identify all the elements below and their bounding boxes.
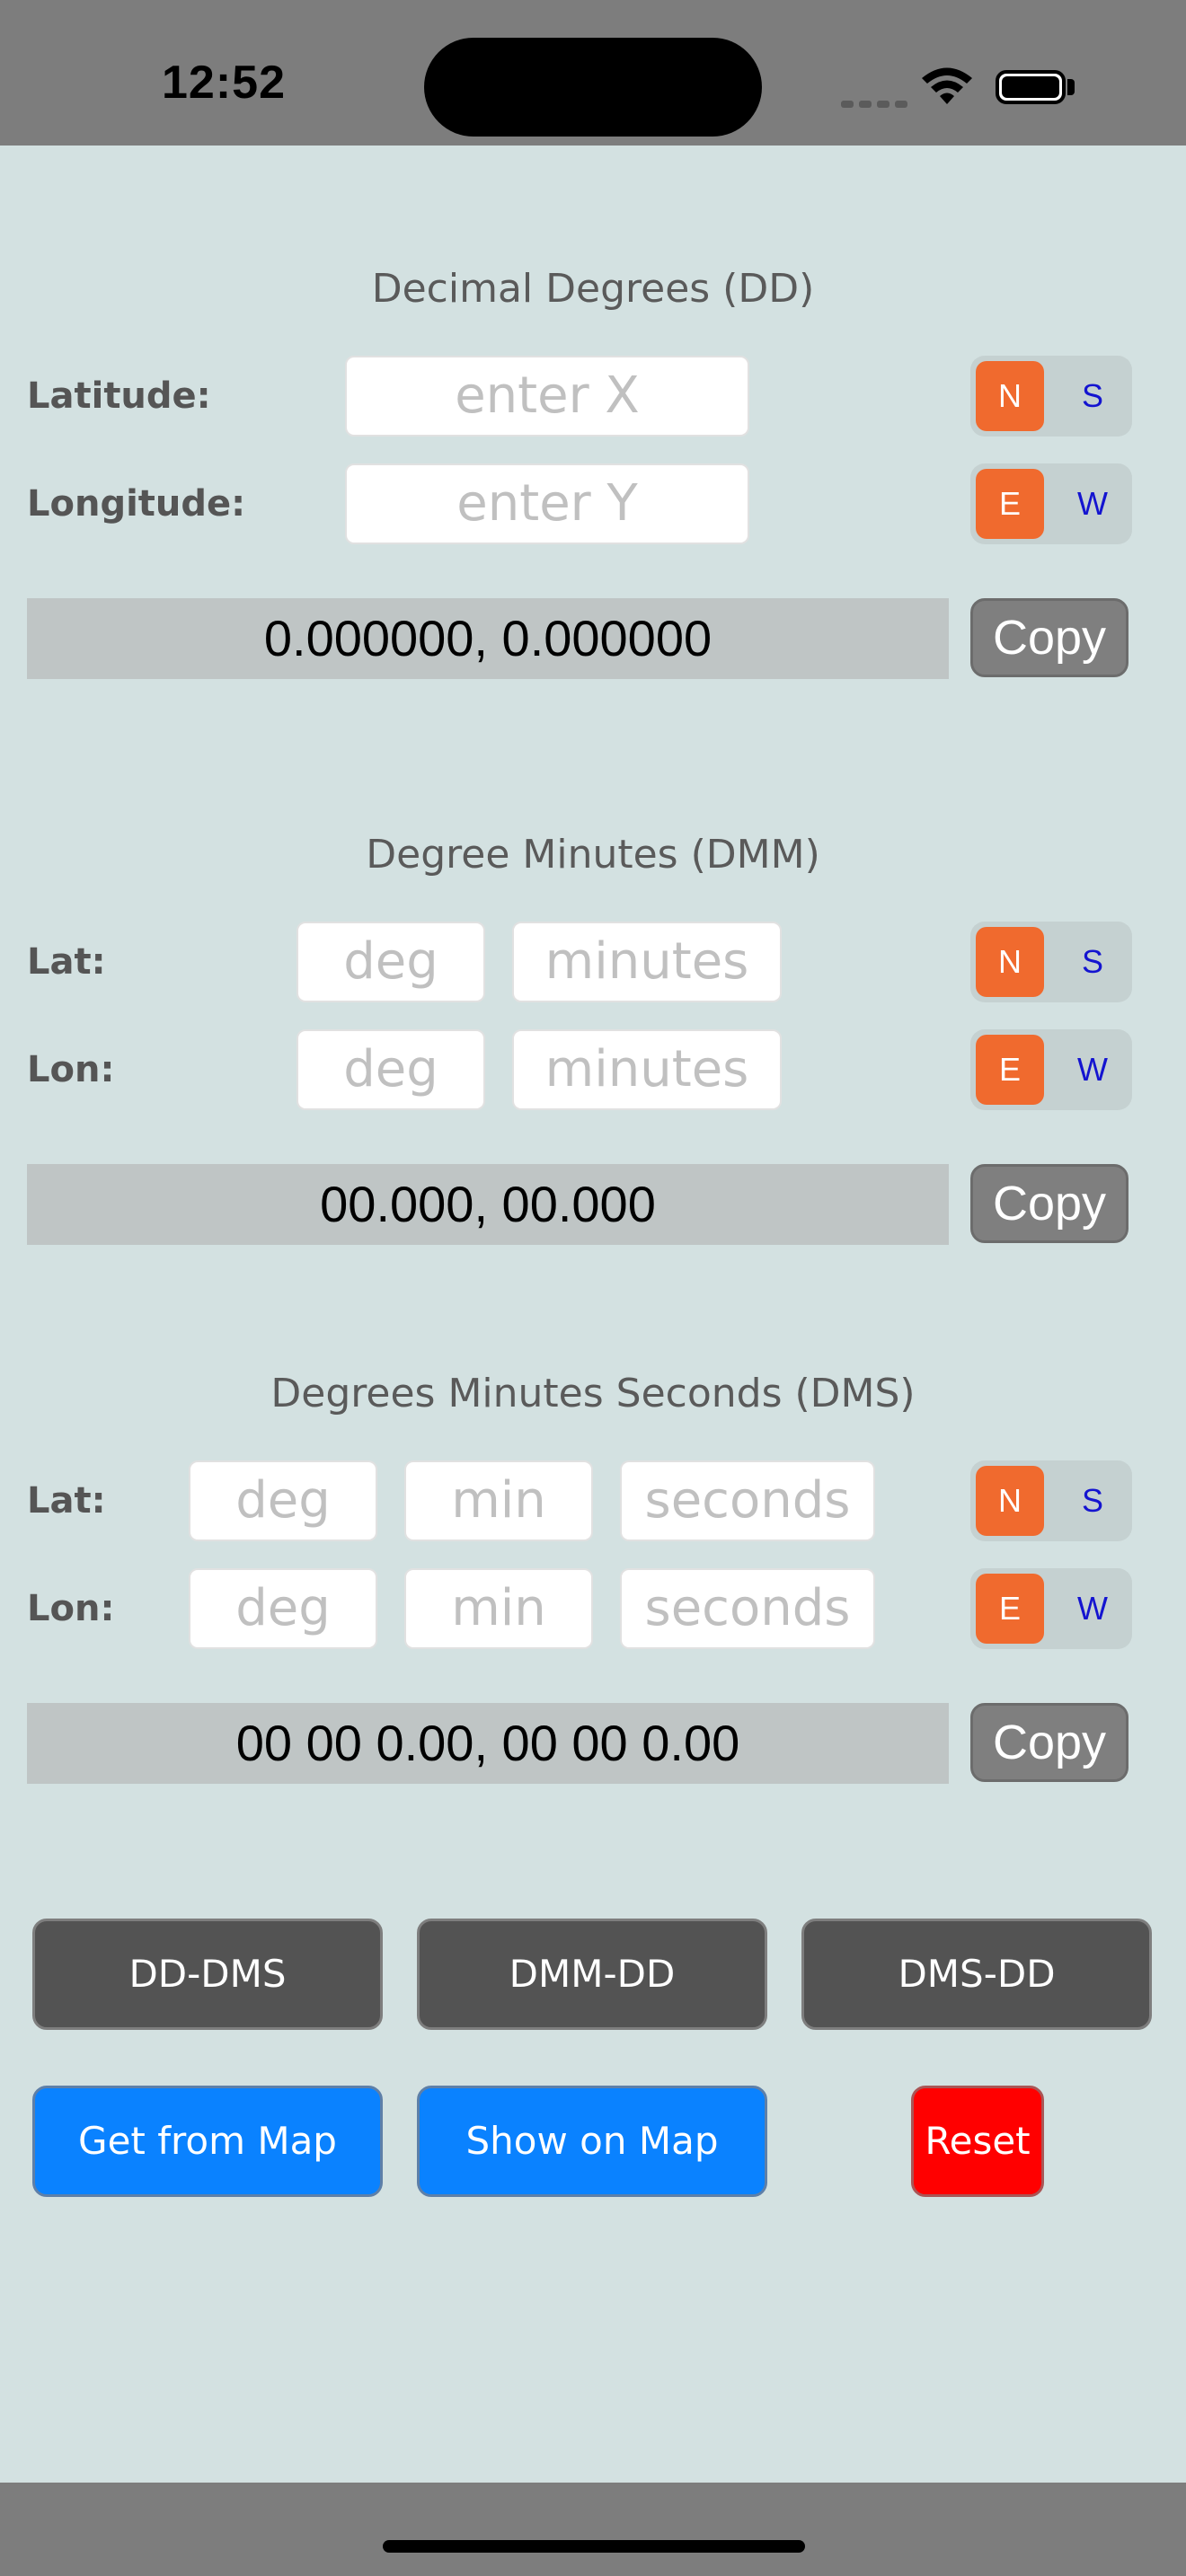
dms-result: 00 00 0.00, 00 00 0.00 bbox=[27, 1703, 949, 1784]
dmm-lat-minutes-input[interactable]: minutes bbox=[512, 922, 782, 1002]
toggle-option-w[interactable]: W bbox=[1058, 1574, 1127, 1644]
dmm-lat-label: Lat: bbox=[27, 941, 106, 983]
dd-longitude-label: Longitude: bbox=[27, 483, 246, 525]
dmm-result: 00.000, 00.000 bbox=[27, 1164, 949, 1245]
dynamic-island bbox=[424, 38, 762, 137]
dmm-copy-button[interactable]: Copy bbox=[970, 1164, 1128, 1243]
dms-lat-label: Lat: bbox=[27, 1480, 106, 1522]
dmm-lon-deg-input[interactable]: deg bbox=[296, 1029, 485, 1110]
dmm-lon-hemisphere-toggle[interactable]: E W bbox=[970, 1029, 1132, 1110]
show-on-map-button[interactable]: Show on Map bbox=[417, 2086, 767, 2197]
battery-cap bbox=[1067, 79, 1075, 95]
dms-dd-button[interactable]: DMS-DD bbox=[801, 1919, 1152, 2030]
toggle-option-n[interactable]: N bbox=[976, 927, 1044, 997]
toggle-option-n[interactable]: N bbox=[976, 1466, 1044, 1536]
reset-button[interactable]: Reset bbox=[911, 2086, 1044, 2197]
dd-longitude-input[interactable]: enter Y bbox=[345, 463, 749, 544]
dd-dms-button[interactable]: DD-DMS bbox=[32, 1919, 383, 2030]
toggle-option-s[interactable]: S bbox=[1058, 361, 1127, 431]
toggle-option-w[interactable]: W bbox=[1058, 469, 1127, 539]
get-from-map-button[interactable]: Get from Map bbox=[32, 2086, 383, 2197]
dms-lat-deg-input[interactable]: deg bbox=[189, 1460, 377, 1541]
dms-lat-min-input[interactable]: min bbox=[404, 1460, 593, 1541]
toggle-option-e[interactable]: E bbox=[976, 1035, 1044, 1105]
wifi-icon bbox=[922, 67, 972, 104]
dd-lon-hemisphere-toggle[interactable]: E W bbox=[970, 463, 1132, 544]
home-indicator[interactable] bbox=[383, 2540, 805, 2553]
toggle-option-s[interactable]: S bbox=[1058, 927, 1127, 997]
dd-latitude-label: Latitude: bbox=[27, 375, 211, 417]
dd-section-title: Decimal Degrees (DD) bbox=[371, 266, 815, 312]
dd-latitude-input[interactable]: enter X bbox=[345, 356, 749, 437]
dms-lat-seconds-input[interactable]: seconds bbox=[620, 1460, 875, 1541]
dms-lat-hemisphere-toggle[interactable]: N S bbox=[970, 1460, 1132, 1541]
home-indicator-area bbox=[0, 2483, 1186, 2576]
dd-result: 0.000000, 0.000000 bbox=[27, 598, 949, 679]
dmm-lat-hemisphere-toggle[interactable]: N S bbox=[970, 922, 1132, 1002]
toggle-option-s[interactable]: S bbox=[1058, 1466, 1127, 1536]
toggle-option-n[interactable]: N bbox=[976, 361, 1044, 431]
dmm-lon-label: Lon: bbox=[27, 1049, 115, 1090]
dmm-lon-minutes-input[interactable]: minutes bbox=[512, 1029, 782, 1110]
toggle-option-e[interactable]: E bbox=[976, 1574, 1044, 1644]
battery-icon bbox=[996, 70, 1066, 104]
dd-copy-button[interactable]: Copy bbox=[970, 598, 1128, 677]
toggle-option-e[interactable]: E bbox=[976, 469, 1044, 539]
dms-lon-hemisphere-toggle[interactable]: E W bbox=[970, 1568, 1132, 1649]
toggle-option-w[interactable]: W bbox=[1058, 1035, 1127, 1105]
cellular-signal-icon bbox=[841, 94, 913, 111]
dms-section-title: Degrees Minutes Seconds (DMS) bbox=[270, 1371, 916, 1416]
dmm-dd-button[interactable]: DMM-DD bbox=[417, 1919, 767, 2030]
dms-lon-deg-input[interactable]: deg bbox=[189, 1568, 377, 1649]
status-time: 12:52 bbox=[162, 57, 286, 109]
dmm-section-title: Degree Minutes (DMM) bbox=[366, 832, 820, 878]
dms-copy-button[interactable]: Copy bbox=[970, 1703, 1128, 1782]
dms-lon-seconds-input[interactable]: seconds bbox=[620, 1568, 875, 1649]
dd-lat-hemisphere-toggle[interactable]: N S bbox=[970, 356, 1132, 437]
dms-lon-min-input[interactable]: min bbox=[404, 1568, 593, 1649]
dmm-lat-deg-input[interactable]: deg bbox=[296, 922, 485, 1002]
dms-lon-label: Lon: bbox=[27, 1588, 115, 1629]
